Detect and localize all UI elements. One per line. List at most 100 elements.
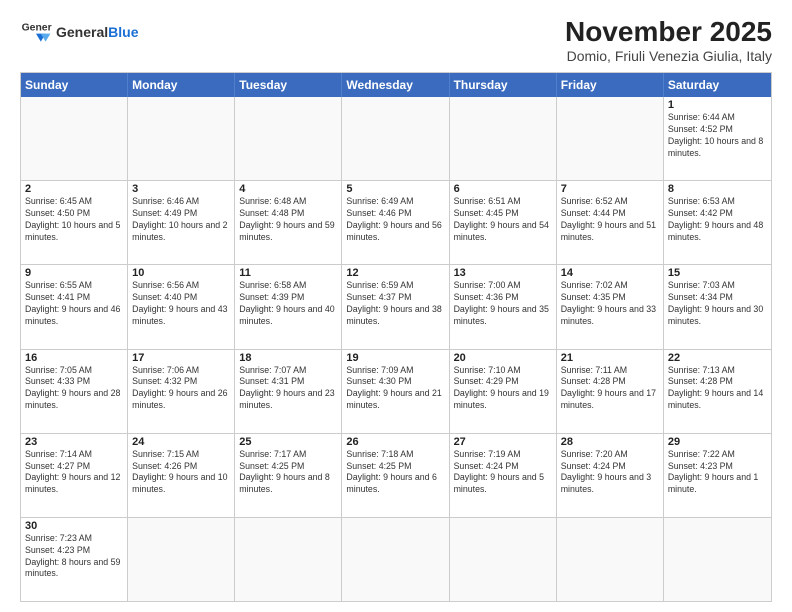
cal-cell-w1-d4: 6Sunrise: 6:51 AM Sunset: 4:45 PM Daylig… [450, 181, 557, 264]
cal-cell-w1-d5: 7Sunrise: 6:52 AM Sunset: 4:44 PM Daylig… [557, 181, 664, 264]
day-info-23: Sunrise: 7:14 AM Sunset: 4:27 PM Dayligh… [25, 449, 123, 497]
day-info-6: Sunrise: 6:51 AM Sunset: 4:45 PM Dayligh… [454, 196, 552, 244]
subtitle: Domio, Friuli Venezia Giulia, Italy [565, 48, 772, 64]
day-info-4: Sunrise: 6:48 AM Sunset: 4:48 PM Dayligh… [239, 196, 337, 244]
day-number-11: 11 [239, 267, 337, 279]
day-info-24: Sunrise: 7:15 AM Sunset: 4:26 PM Dayligh… [132, 449, 230, 497]
day-number-19: 19 [346, 352, 444, 364]
day-info-21: Sunrise: 7:11 AM Sunset: 4:28 PM Dayligh… [561, 365, 659, 413]
day-number-14: 14 [561, 267, 659, 279]
cal-cell-w5-d1 [128, 518, 235, 601]
header-tuesday: Tuesday [235, 73, 342, 97]
cal-cell-w4-d1: 24Sunrise: 7:15 AM Sunset: 4:26 PM Dayli… [128, 434, 235, 517]
day-number-8: 8 [668, 183, 767, 195]
header-wednesday: Wednesday [342, 73, 449, 97]
week-row-0: 1Sunrise: 6:44 AM Sunset: 4:52 PM Daylig… [21, 97, 771, 180]
day-number-2: 2 [25, 183, 123, 195]
cal-cell-w5-d2 [235, 518, 342, 601]
cal-cell-w3-d5: 21Sunrise: 7:11 AM Sunset: 4:28 PM Dayli… [557, 350, 664, 433]
header-thursday: Thursday [450, 73, 557, 97]
cal-cell-w2-d3: 12Sunrise: 6:59 AM Sunset: 4:37 PM Dayli… [342, 265, 449, 348]
cal-cell-w0-d3 [342, 97, 449, 180]
day-number-29: 29 [668, 436, 767, 448]
day-info-12: Sunrise: 6:59 AM Sunset: 4:37 PM Dayligh… [346, 280, 444, 328]
day-info-3: Sunrise: 6:46 AM Sunset: 4:49 PM Dayligh… [132, 196, 230, 244]
day-number-5: 5 [346, 183, 444, 195]
day-number-3: 3 [132, 183, 230, 195]
cal-cell-w1-d0: 2Sunrise: 6:45 AM Sunset: 4:50 PM Daylig… [21, 181, 128, 264]
cal-cell-w0-d5 [557, 97, 664, 180]
day-number-23: 23 [25, 436, 123, 448]
cal-cell-w0-d1 [128, 97, 235, 180]
day-number-22: 22 [668, 352, 767, 364]
day-info-1: Sunrise: 6:44 AM Sunset: 4:52 PM Dayligh… [668, 112, 767, 160]
cal-cell-w2-d4: 13Sunrise: 7:00 AM Sunset: 4:36 PM Dayli… [450, 265, 557, 348]
cal-cell-w0-d0 [21, 97, 128, 180]
day-info-8: Sunrise: 6:53 AM Sunset: 4:42 PM Dayligh… [668, 196, 767, 244]
day-info-22: Sunrise: 7:13 AM Sunset: 4:28 PM Dayligh… [668, 365, 767, 413]
cal-cell-w5-d4 [450, 518, 557, 601]
day-number-25: 25 [239, 436, 337, 448]
month-title: November 2025 [565, 16, 772, 48]
day-info-27: Sunrise: 7:19 AM Sunset: 4:24 PM Dayligh… [454, 449, 552, 497]
day-info-2: Sunrise: 6:45 AM Sunset: 4:50 PM Dayligh… [25, 196, 123, 244]
day-info-25: Sunrise: 7:17 AM Sunset: 4:25 PM Dayligh… [239, 449, 337, 497]
cal-cell-w4-d6: 29Sunrise: 7:22 AM Sunset: 4:23 PM Dayli… [664, 434, 771, 517]
week-row-1: 2Sunrise: 6:45 AM Sunset: 4:50 PM Daylig… [21, 180, 771, 264]
day-number-26: 26 [346, 436, 444, 448]
day-info-14: Sunrise: 7:02 AM Sunset: 4:35 PM Dayligh… [561, 280, 659, 328]
cal-cell-w2-d0: 9Sunrise: 6:55 AM Sunset: 4:41 PM Daylig… [21, 265, 128, 348]
cal-cell-w2-d1: 10Sunrise: 6:56 AM Sunset: 4:40 PM Dayli… [128, 265, 235, 348]
header-monday: Monday [128, 73, 235, 97]
day-number-28: 28 [561, 436, 659, 448]
cal-cell-w3-d0: 16Sunrise: 7:05 AM Sunset: 4:33 PM Dayli… [21, 350, 128, 433]
cal-cell-w1-d3: 5Sunrise: 6:49 AM Sunset: 4:46 PM Daylig… [342, 181, 449, 264]
calendar: Sunday Monday Tuesday Wednesday Thursday… [20, 72, 772, 602]
day-info-15: Sunrise: 7:03 AM Sunset: 4:34 PM Dayligh… [668, 280, 767, 328]
logo-text: GeneralBlue [56, 24, 138, 40]
header-sunday: Sunday [21, 73, 128, 97]
day-info-7: Sunrise: 6:52 AM Sunset: 4:44 PM Dayligh… [561, 196, 659, 244]
cal-cell-w0-d2 [235, 97, 342, 180]
calendar-body: 1Sunrise: 6:44 AM Sunset: 4:52 PM Daylig… [21, 97, 771, 601]
week-row-3: 16Sunrise: 7:05 AM Sunset: 4:33 PM Dayli… [21, 349, 771, 433]
cal-cell-w1-d2: 4Sunrise: 6:48 AM Sunset: 4:48 PM Daylig… [235, 181, 342, 264]
cal-cell-w4-d0: 23Sunrise: 7:14 AM Sunset: 4:27 PM Dayli… [21, 434, 128, 517]
day-number-17: 17 [132, 352, 230, 364]
day-number-13: 13 [454, 267, 552, 279]
cal-cell-w3-d2: 18Sunrise: 7:07 AM Sunset: 4:31 PM Dayli… [235, 350, 342, 433]
cal-cell-w4-d3: 26Sunrise: 7:18 AM Sunset: 4:25 PM Dayli… [342, 434, 449, 517]
day-number-15: 15 [668, 267, 767, 279]
cal-cell-w1-d6: 8Sunrise: 6:53 AM Sunset: 4:42 PM Daylig… [664, 181, 771, 264]
cal-cell-w1-d1: 3Sunrise: 6:46 AM Sunset: 4:49 PM Daylig… [128, 181, 235, 264]
day-info-5: Sunrise: 6:49 AM Sunset: 4:46 PM Dayligh… [346, 196, 444, 244]
day-info-28: Sunrise: 7:20 AM Sunset: 4:24 PM Dayligh… [561, 449, 659, 497]
cal-cell-w4-d5: 28Sunrise: 7:20 AM Sunset: 4:24 PM Dayli… [557, 434, 664, 517]
day-number-18: 18 [239, 352, 337, 364]
day-info-19: Sunrise: 7:09 AM Sunset: 4:30 PM Dayligh… [346, 365, 444, 413]
day-info-18: Sunrise: 7:07 AM Sunset: 4:31 PM Dayligh… [239, 365, 337, 413]
cal-cell-w2-d6: 15Sunrise: 7:03 AM Sunset: 4:34 PM Dayli… [664, 265, 771, 348]
day-info-16: Sunrise: 7:05 AM Sunset: 4:33 PM Dayligh… [25, 365, 123, 413]
day-number-27: 27 [454, 436, 552, 448]
logo: General GeneralBlue [20, 16, 138, 48]
day-info-29: Sunrise: 7:22 AM Sunset: 4:23 PM Dayligh… [668, 449, 767, 497]
day-info-26: Sunrise: 7:18 AM Sunset: 4:25 PM Dayligh… [346, 449, 444, 497]
cal-cell-w2-d5: 14Sunrise: 7:02 AM Sunset: 4:35 PM Dayli… [557, 265, 664, 348]
page: General GeneralBlue November 2025 Domio,… [0, 0, 792, 612]
cal-cell-w3-d3: 19Sunrise: 7:09 AM Sunset: 4:30 PM Dayli… [342, 350, 449, 433]
title-block: November 2025 Domio, Friuli Venezia Giul… [565, 16, 772, 64]
day-info-11: Sunrise: 6:58 AM Sunset: 4:39 PM Dayligh… [239, 280, 337, 328]
day-info-10: Sunrise: 6:56 AM Sunset: 4:40 PM Dayligh… [132, 280, 230, 328]
calendar-header: Sunday Monday Tuesday Wednesday Thursday… [21, 73, 771, 97]
day-number-12: 12 [346, 267, 444, 279]
header: General GeneralBlue November 2025 Domio,… [20, 16, 772, 64]
day-number-1: 1 [668, 99, 767, 111]
cal-cell-w3-d1: 17Sunrise: 7:06 AM Sunset: 4:32 PM Dayli… [128, 350, 235, 433]
cal-cell-w3-d4: 20Sunrise: 7:10 AM Sunset: 4:29 PM Dayli… [450, 350, 557, 433]
day-number-16: 16 [25, 352, 123, 364]
day-info-30: Sunrise: 7:23 AM Sunset: 4:23 PM Dayligh… [25, 533, 123, 581]
cal-cell-w5-d3 [342, 518, 449, 601]
day-info-20: Sunrise: 7:10 AM Sunset: 4:29 PM Dayligh… [454, 365, 552, 413]
week-row-2: 9Sunrise: 6:55 AM Sunset: 4:41 PM Daylig… [21, 264, 771, 348]
